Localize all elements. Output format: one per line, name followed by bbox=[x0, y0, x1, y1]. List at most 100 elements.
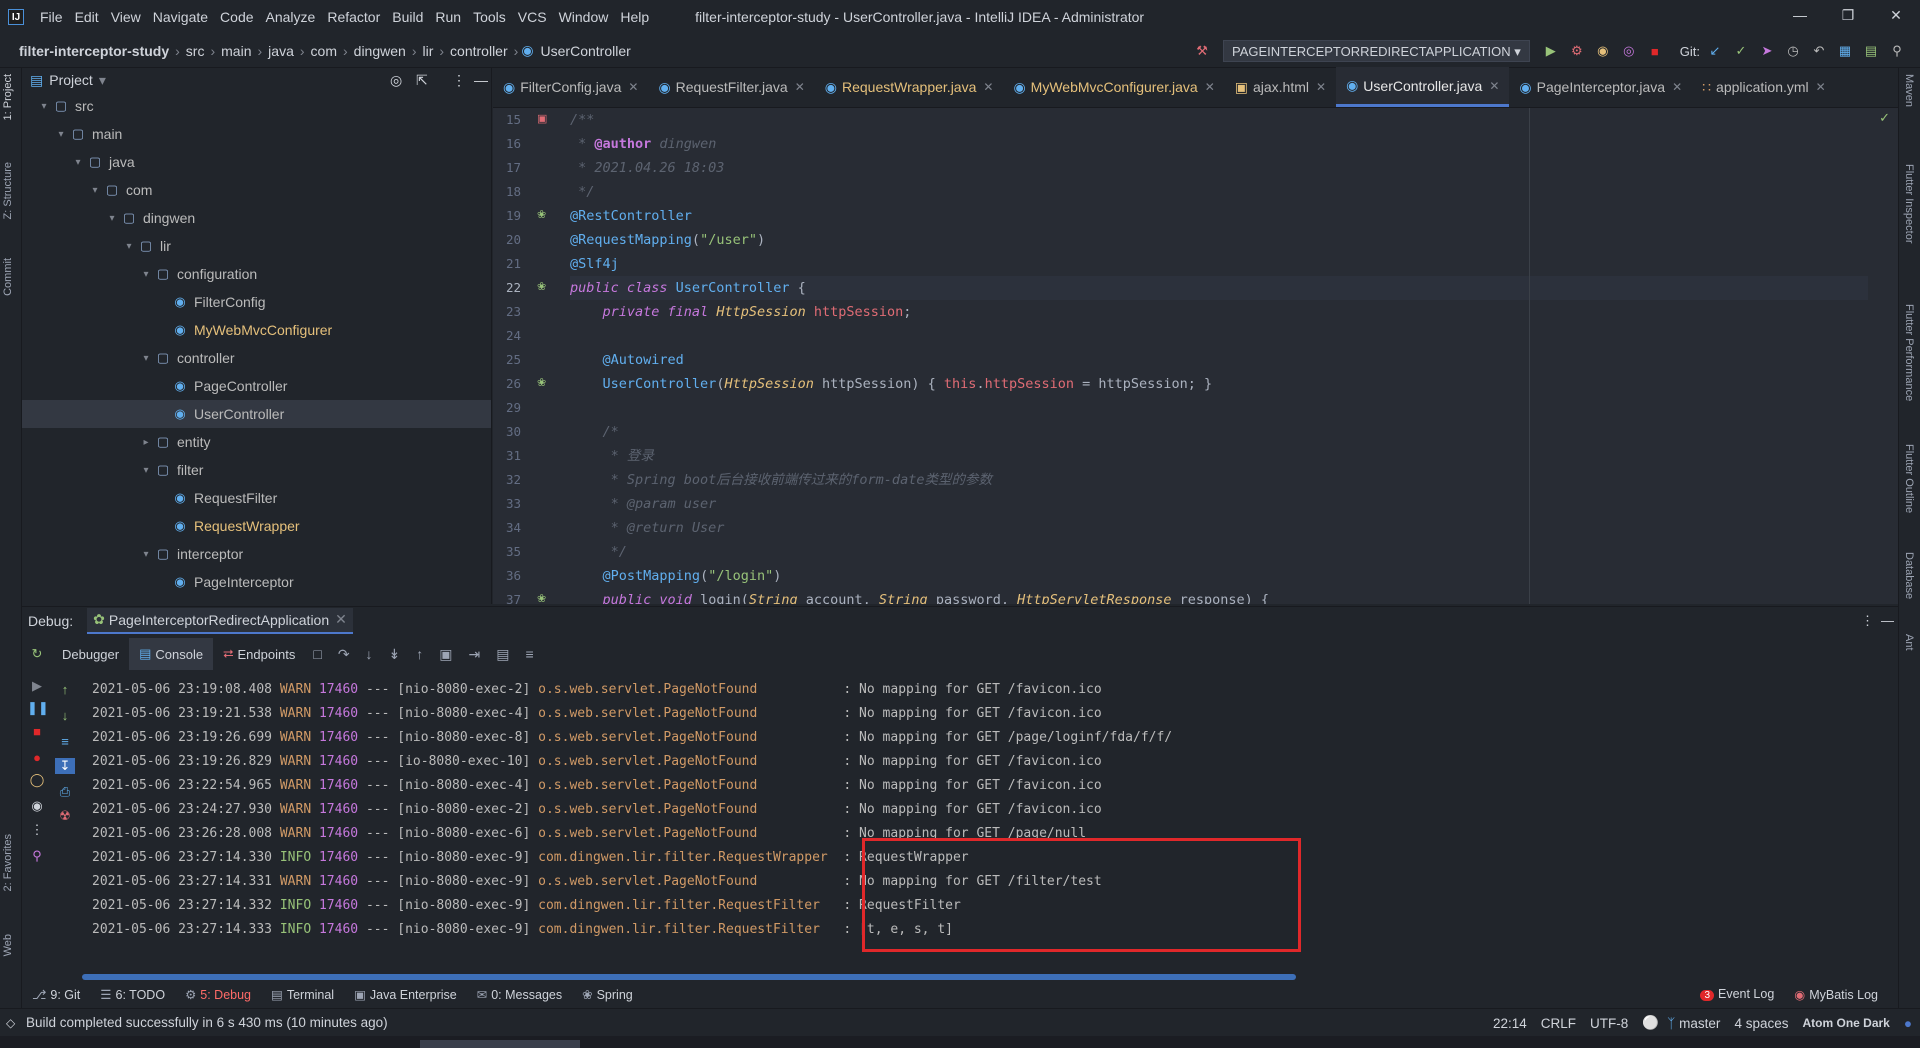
minimize-icon[interactable]: — bbox=[1776, 0, 1824, 34]
git-history-icon[interactable]: ◷ bbox=[1782, 40, 1804, 62]
hammer-build-icon[interactable]: ⚒ bbox=[1191, 40, 1213, 62]
tree-item-pagecontroller[interactable]: ◉ PageController bbox=[22, 372, 491, 400]
menu-navigate[interactable]: Navigate bbox=[147, 9, 214, 25]
console-line[interactable]: 2021-05-06 23:27:14.332 INFO 17460 --- [… bbox=[92, 894, 961, 918]
code-line[interactable]: @Slf4j bbox=[570, 252, 619, 276]
tool-tab-spring[interactable]: ❀ Spring bbox=[572, 987, 643, 1002]
editor-tab-requestwrapper-java[interactable]: ◉ RequestWrapper.java ✕ bbox=[815, 67, 1004, 107]
rerun-icon[interactable]: ↻ bbox=[27, 646, 47, 662]
breadcrumb-item[interactable]: lir bbox=[419, 43, 436, 59]
tool-tab-9-git[interactable]: ⎇ 9: Git bbox=[22, 987, 90, 1002]
tree-item-pageinterceptor[interactable]: ◉ PageInterceptor bbox=[22, 568, 491, 596]
menu-window[interactable]: Window bbox=[553, 9, 615, 25]
tree-item-filter[interactable]: ▾ ▢ filter bbox=[22, 456, 491, 484]
tree-item-lir[interactable]: ▾ ▢ lir bbox=[22, 232, 491, 260]
editor-tab-requestfilter-java[interactable]: ◉ RequestFilter.java ✕ bbox=[648, 67, 814, 107]
hide-panel-icon[interactable]: — bbox=[474, 72, 488, 88]
menu-vcs[interactable]: VCS bbox=[512, 9, 553, 25]
menu-view[interactable]: View bbox=[105, 9, 147, 25]
search-icon[interactable]: ⚲ bbox=[1886, 40, 1908, 62]
theme-name[interactable]: Atom One Dark bbox=[1802, 1016, 1889, 1030]
debug-tab-endpoints[interactable]: ⮂ Endpoints bbox=[213, 638, 305, 670]
console-line[interactable]: 2021-05-06 23:27:14.333 INFO 17460 --- [… bbox=[92, 918, 953, 942]
menu-file[interactable]: File bbox=[34, 9, 69, 25]
camera-icon[interactable]: ◉ bbox=[27, 798, 47, 814]
commit-tool-tab[interactable]: Commit bbox=[2, 258, 14, 296]
tool-tab-java-enterprise[interactable]: ▣ Java Enterprise bbox=[344, 987, 467, 1002]
chevron-down-icon[interactable]: ▾ bbox=[121, 241, 137, 252]
mybatis-log-tab[interactable]: ◉ MyBatis Log bbox=[1784, 987, 1888, 1002]
tree-item-src[interactable]: ▾ ▢ src bbox=[22, 92, 491, 120]
inspection-ok-icon[interactable]: ✓ bbox=[1879, 110, 1890, 126]
project-tool-tab[interactable]: 1: Project bbox=[2, 74, 14, 120]
web-tool-tab[interactable]: Web bbox=[2, 934, 14, 956]
console-line[interactable]: 2021-05-06 23:27:14.330 INFO 17460 --- [… bbox=[92, 846, 969, 870]
editor-tab-filterconfig-java[interactable]: ◉ FilterConfig.java ✕ bbox=[493, 67, 648, 107]
more-options-icon[interactable]: ⋮ bbox=[27, 822, 47, 838]
close-icon[interactable]: ✕ bbox=[1816, 80, 1826, 94]
code-line[interactable]: * 登录 bbox=[570, 444, 654, 468]
menu-run[interactable]: Run bbox=[429, 9, 467, 25]
chevron-down-icon[interactable]: ▾ bbox=[99, 72, 106, 89]
tool-tab-6-todo[interactable]: ☰ 6: TODO bbox=[90, 987, 175, 1002]
breadcrumb-item[interactable]: dingwen bbox=[351, 43, 409, 59]
line-separator[interactable]: CRLF bbox=[1541, 1016, 1576, 1031]
tree-item-filterconfig[interactable]: ◉ FilterConfig bbox=[22, 288, 491, 316]
chevron-down-icon[interactable]: ▾ bbox=[104, 213, 120, 224]
close-icon[interactable]: ✕ bbox=[1316, 80, 1326, 94]
profile-icon[interactable]: ◎ bbox=[1618, 40, 1640, 62]
collapse-all-icon[interactable]: ⇱ bbox=[416, 72, 428, 89]
close-icon[interactable]: ✕ bbox=[335, 611, 347, 628]
memory-indicator-icon[interactable]: ● bbox=[1904, 1016, 1912, 1031]
code-line[interactable]: public void login(String account, String… bbox=[570, 588, 1270, 604]
tool-tab-terminal[interactable]: ▤ Terminal bbox=[261, 987, 344, 1002]
chevron-down-icon[interactable]: ▾ bbox=[36, 101, 52, 112]
code-line[interactable]: * @param user bbox=[570, 492, 717, 516]
chevron-down-icon[interactable]: ▾ bbox=[138, 465, 154, 476]
ant-tool-tab[interactable]: Ant bbox=[1903, 634, 1915, 651]
editor-tab-pageinterceptor-java[interactable]: ◉ PageInterceptor.java ✕ bbox=[1509, 67, 1692, 107]
force-step-into-icon[interactable]: ↡ bbox=[389, 646, 401, 663]
close-icon[interactable]: ✕ bbox=[628, 80, 638, 94]
view-breakpoints-icon[interactable]: ● bbox=[27, 750, 47, 765]
menu-analyze[interactable]: Analyze bbox=[260, 9, 322, 25]
chevron-down-icon[interactable]: ▾ bbox=[138, 353, 154, 364]
close-icon[interactable]: ✕ bbox=[795, 80, 805, 94]
close-icon[interactable]: ✕ bbox=[1872, 0, 1920, 34]
more-options-icon[interactable]: ⋮ bbox=[452, 72, 466, 89]
caret-position[interactable]: 22:14 bbox=[1493, 1016, 1527, 1031]
code-line[interactable]: */ bbox=[570, 180, 594, 204]
code-line[interactable]: /** bbox=[570, 108, 594, 132]
spring-bean-gutter-icon[interactable]: ❀ bbox=[537, 376, 546, 389]
code-line[interactable]: * 2021.04.26 18:03 bbox=[570, 156, 724, 180]
scroll-up-icon[interactable]: ↑ bbox=[55, 682, 75, 697]
step-over-icon[interactable]: ↷ bbox=[338, 646, 350, 663]
step-into-icon[interactable]: ↓ bbox=[366, 646, 373, 662]
file-encoding[interactable]: UTF-8 bbox=[1590, 1016, 1628, 1031]
close-icon[interactable]: ✕ bbox=[1205, 80, 1215, 94]
spring-bean-gutter-icon[interactable]: ❀ bbox=[537, 280, 546, 293]
menu-refactor[interactable]: Refactor bbox=[321, 9, 386, 25]
stop-icon[interactable]: ■ bbox=[27, 724, 47, 739]
resume-icon[interactable]: ▶ bbox=[27, 678, 47, 694]
terminal-toolbar-icon[interactable]: ▤ bbox=[1860, 40, 1882, 62]
database-tool-tab[interactable]: Database bbox=[1903, 552, 1915, 599]
soft-wrap-icon[interactable]: ≡ bbox=[55, 734, 75, 749]
menu-tools[interactable]: Tools bbox=[467, 9, 512, 25]
clear-all-icon[interactable]: ☢ bbox=[55, 808, 75, 824]
mute-breakpoints-icon[interactable]: ◯ bbox=[27, 772, 47, 788]
indent-setting[interactable]: 4 spaces bbox=[1734, 1016, 1788, 1031]
tree-item-controller[interactable]: ▾ ▢ controller bbox=[22, 344, 491, 372]
run-configuration-select[interactable]: PAGEINTERCEPTORREDIRECTAPPLICATION ▾ bbox=[1223, 40, 1530, 62]
project-structure-icon[interactable]: ▦ bbox=[1834, 40, 1856, 62]
breadcrumb-item[interactable]: src bbox=[183, 43, 208, 59]
tree-item-requestfilter[interactable]: ◉ RequestFilter bbox=[22, 484, 491, 512]
locate-icon[interactable]: ◎ bbox=[390, 72, 402, 89]
scroll-to-end-icon[interactable]: ↧ bbox=[55, 758, 75, 774]
console-line[interactable]: 2021-05-06 23:19:26.829 WARN 17460 --- [… bbox=[92, 750, 1102, 774]
editor-tab-application-yml[interactable]: ∷ application.yml ✕ bbox=[1692, 67, 1836, 107]
code-line[interactable]: @RestController bbox=[570, 204, 692, 228]
tool-tab-5-debug[interactable]: ⚙ 5: Debug bbox=[175, 987, 261, 1002]
chevron-down-icon[interactable]: ▾ bbox=[87, 185, 103, 196]
chevron-down-icon[interactable]: ▾ bbox=[138, 549, 154, 560]
